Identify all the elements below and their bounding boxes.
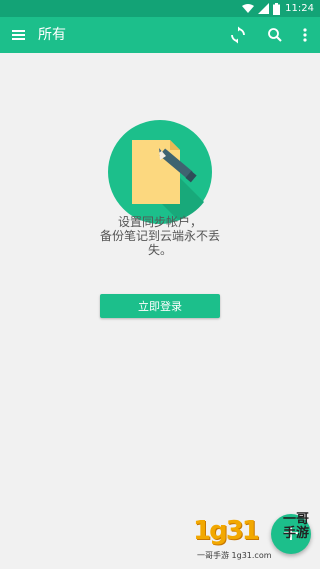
more-vert-icon[interactable]	[295, 25, 315, 45]
wifi-icon	[242, 4, 254, 13]
menu-icon[interactable]	[9, 25, 29, 45]
message-line-1: 设置同步帐户，	[117, 215, 202, 229]
message-line-3: 失。	[147, 243, 172, 257]
page-title: 所有	[38, 27, 66, 43]
app-bar: 所有	[0, 17, 320, 53]
empty-state-message: 设置同步帐户， 备份笔记到云端永不丢 失。	[60, 215, 260, 257]
search-icon[interactable]	[265, 25, 285, 45]
sync-icon[interactable]	[228, 25, 248, 45]
note-pencil-icon	[108, 120, 212, 224]
message-line-2: 备份笔记到云端永不丢	[99, 229, 220, 243]
watermark-brand: 一哥手游	[282, 512, 309, 541]
status-time: 11:24	[285, 3, 314, 14]
signal-icon	[258, 3, 269, 14]
watermark-digits: 1g31	[193, 516, 260, 546]
status-bar: 11:24	[0, 0, 320, 17]
notes-content: 设置同步帐户， 备份笔记到云端永不丢 失。 立即登录	[0, 53, 320, 569]
status-icons	[242, 2, 280, 15]
login-button[interactable]: 立即登录	[100, 294, 220, 318]
watermark-sub: 一哥手游 1g31.com	[197, 551, 272, 560]
battery-icon	[273, 2, 280, 15]
